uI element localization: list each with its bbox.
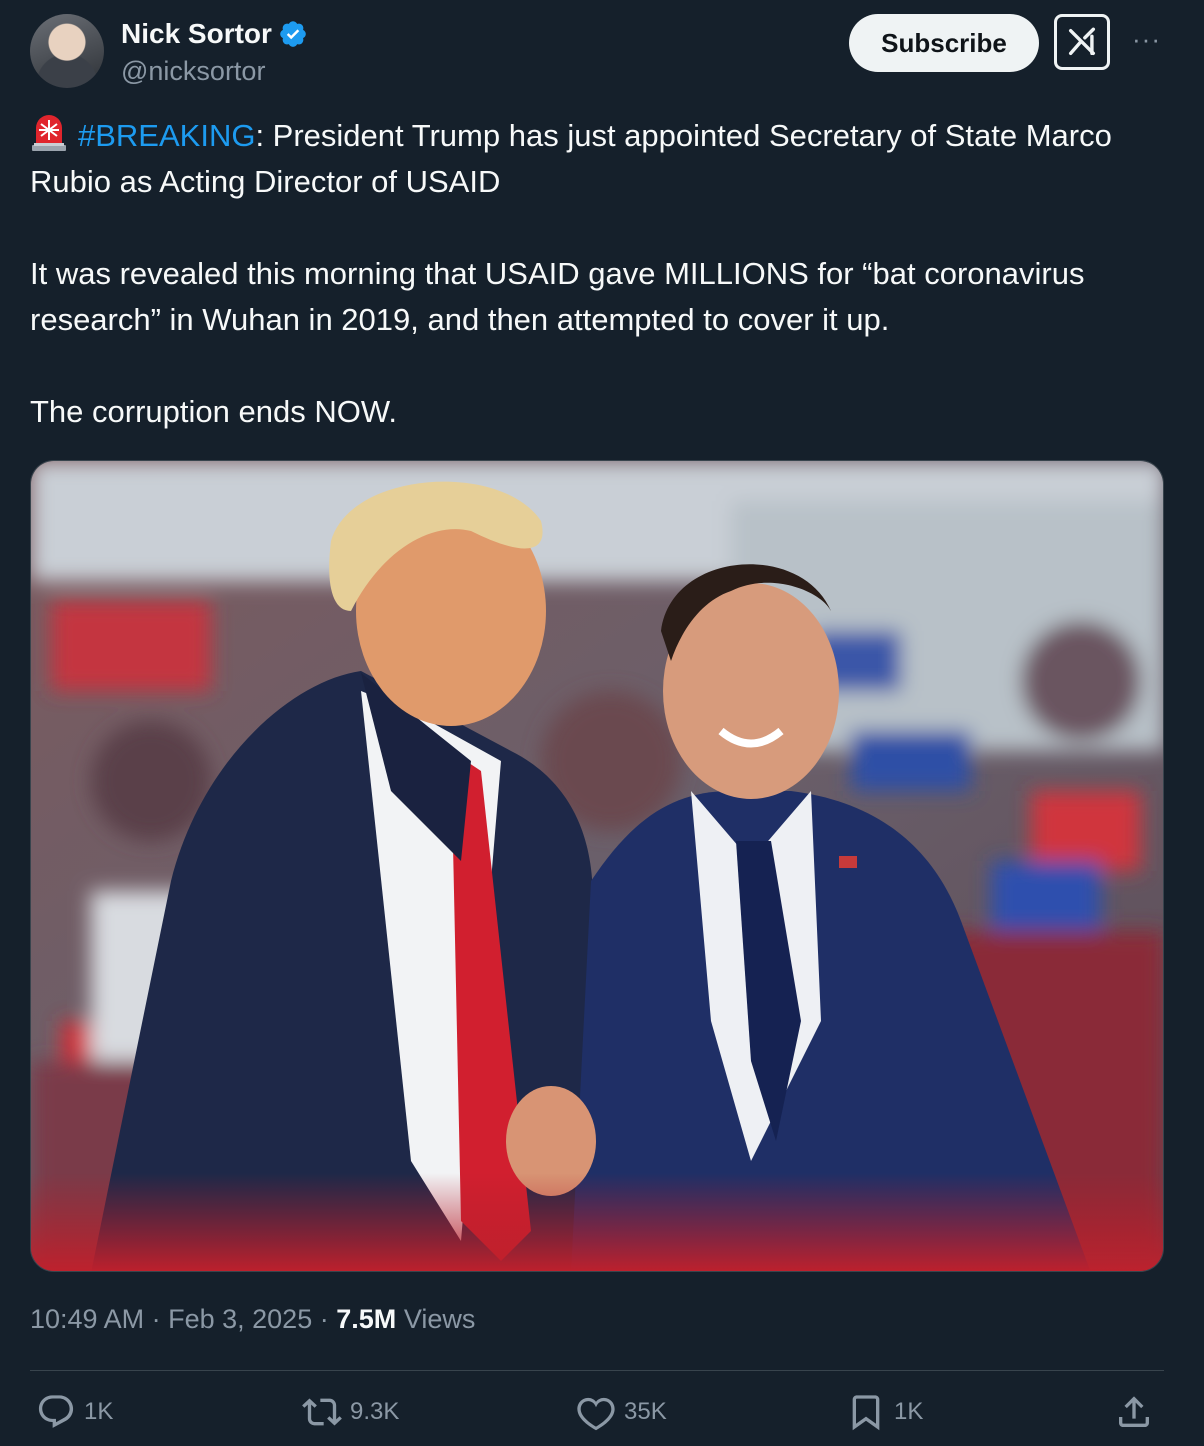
tweet-time[interactable]: 10:49 AM (30, 1304, 144, 1334)
views-label: Views (403, 1304, 476, 1334)
share-button[interactable] (1114, 1392, 1162, 1432)
grok-logo-icon (1068, 27, 1096, 56)
reply-icon (38, 1395, 74, 1428)
author-name[interactable]: Nick Sortor (121, 18, 272, 50)
tweet-photo[interactable] (30, 460, 1164, 1272)
reply-button[interactable]: 1K (36, 1392, 113, 1432)
bookmark-icon (852, 1395, 880, 1431)
tweet-paragraph-3: The corruption ends NOW. (30, 394, 397, 429)
stage-edge (31, 1173, 1163, 1271)
more-options-icon[interactable]: ··· (1132, 24, 1161, 55)
breaking-hashtag-link[interactable]: #BREAKING (78, 118, 255, 153)
author-handle[interactable]: @nicksortor (121, 56, 265, 87)
bookmark-count: 1K (894, 1398, 924, 1425)
tweet-date[interactable]: Feb 3, 2025 (168, 1304, 312, 1334)
action-bar: 1K 9.3K 35K 1K (30, 1392, 1164, 1444)
avatar[interactable] (30, 14, 104, 88)
grok-icon[interactable] (1054, 14, 1110, 70)
bookmark-button[interactable]: 1K (846, 1392, 923, 1432)
heart-icon (577, 1397, 615, 1431)
repost-count: 9.3K (350, 1398, 400, 1425)
author-name-row: Nick Sortor (121, 18, 308, 50)
divider (30, 1370, 1164, 1371)
views-count: 7.5M (336, 1304, 397, 1334)
repost-icon (302, 1398, 342, 1426)
photo-illustration (31, 461, 1163, 1271)
tweet-text: #BREAKING: President Trump has just appo… (30, 112, 1170, 481)
verified-badge-icon (280, 21, 306, 47)
meta-separator: · (151, 1304, 161, 1334)
reply-count: 1K (84, 1398, 114, 1425)
tweet-paragraph-1: #BREAKING: President Trump has just appo… (30, 112, 1170, 205)
like-count: 35K (624, 1398, 667, 1425)
tweet-meta: 10:49 AM · Feb 3, 2025 · 7.5M Views (30, 1304, 475, 1335)
subscribe-button[interactable]: Subscribe (849, 14, 1039, 72)
like-button[interactable]: 35K (576, 1392, 667, 1432)
share-icon (1119, 1396, 1149, 1427)
repost-button[interactable]: 9.3K (302, 1392, 399, 1432)
meta-separator-2: · (319, 1304, 329, 1334)
tweet-header: Nick Sortor @nicksortor Subscribe ··· (30, 14, 1174, 90)
tweet-paragraph-2: It was revealed this morning that USAID … (30, 256, 1085, 337)
siren-emoji-icon (32, 115, 66, 151)
